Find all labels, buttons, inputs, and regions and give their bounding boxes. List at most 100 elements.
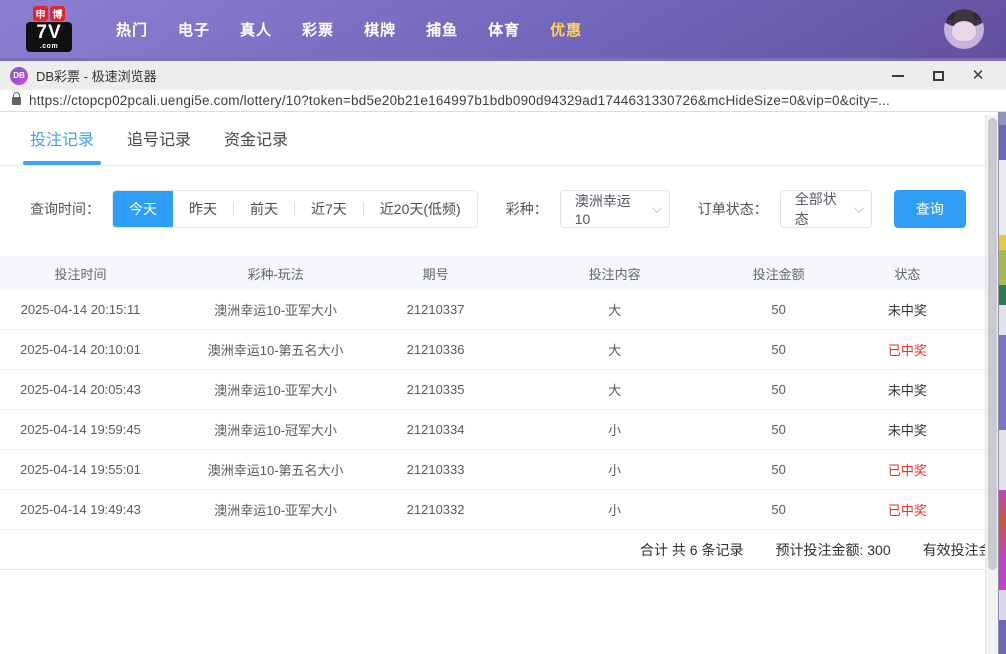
- order-status-value: 全部状态: [795, 189, 848, 229]
- status-badge: 已中奖: [809, 500, 1006, 519]
- nav-item-chess[interactable]: 棋牌: [364, 19, 396, 40]
- cell-bet-amount: 50: [748, 502, 808, 517]
- logo-com-text: .com: [26, 43, 72, 50]
- nav-item-hot[interactable]: 热门: [116, 19, 148, 40]
- table-header: 投注时间 彩种-玩法 期号 投注内容 投注金额 状态: [0, 256, 1006, 290]
- table-row: 2025-04-14 20:15:11 澳洲幸运10-亚军大小 21210337…: [0, 290, 1006, 330]
- summary-total-records: 合计 共 6 条记录: [640, 540, 743, 560]
- cell-game-play: 澳洲幸运10-亚军大小: [161, 500, 390, 519]
- minimize-button[interactable]: [878, 61, 918, 90]
- cell-bet-content: 小: [481, 420, 749, 439]
- tab-bet-records[interactable]: 投注记录: [30, 126, 94, 165]
- order-status-select[interactable]: 全部状态: [780, 190, 872, 228]
- cell-bet-content: 大: [481, 380, 749, 399]
- site-logo[interactable]: 申 博 7V .com: [24, 6, 74, 52]
- lock-icon: [12, 97, 21, 105]
- tab-bar: 投注记录 追号记录 资金记录: [0, 112, 1006, 166]
- time-filter-label: 查询时间：: [30, 199, 100, 219]
- nav-item-sports[interactable]: 体育: [488, 19, 520, 40]
- maximize-icon: [933, 71, 944, 81]
- scrollbar-thumb[interactable]: [988, 118, 997, 570]
- user-avatar[interactable]: [944, 9, 984, 49]
- cell-issue: 21210337: [390, 302, 481, 317]
- time-option-daybefore[interactable]: 前天: [234, 191, 294, 227]
- cell-bet-time: 2025-04-14 19:55:01: [0, 462, 161, 477]
- site-favicon-icon: DB: [10, 67, 28, 85]
- logo-7v-text: 7V: [26, 23, 72, 43]
- col-bet-time: 投注时间: [0, 264, 161, 283]
- cell-bet-time: 2025-04-14 20:05:43: [0, 382, 161, 397]
- time-option-today[interactable]: 今天: [113, 190, 173, 228]
- cell-bet-time: 2025-04-14 20:10:01: [0, 342, 161, 357]
- status-badge: 未中奖: [809, 420, 1006, 439]
- page-edge-strip: [998, 112, 1006, 654]
- time-option-7days[interactable]: 近7天: [295, 191, 363, 227]
- table-row: 2025-04-14 20:10:01 澳洲幸运10-第五名大小 2121033…: [0, 330, 1006, 370]
- cell-bet-content: 大: [481, 300, 749, 319]
- cell-issue: 21210332: [390, 502, 481, 517]
- chevron-down-icon: [854, 203, 864, 213]
- logo-badges: 申 博: [33, 6, 65, 21]
- cell-bet-content: 大: [481, 340, 749, 359]
- cell-issue: 21210336: [390, 342, 481, 357]
- summary-expected-amount: 预计投注金额: 300: [775, 540, 890, 560]
- cell-bet-amount: 50: [748, 342, 808, 357]
- order-status-label: 订单状态：: [698, 199, 768, 219]
- main-nav: 热门 电子 真人 彩票 棋牌 捕鱼 体育 优惠: [116, 19, 582, 40]
- maximize-button[interactable]: [918, 61, 958, 90]
- table-summary: 合计 共 6 条记录 预计投注金额: 300 有效投注金额: 300: [0, 530, 1006, 570]
- browser-titlebar: DB DB彩票 - 极速浏览器 ✕: [0, 58, 1006, 90]
- status-badge: 已中奖: [809, 340, 1006, 359]
- lottery-select[interactable]: 澳洲幸运10: [560, 190, 670, 228]
- cell-bet-time: 2025-04-14 19:49:43: [0, 502, 161, 517]
- cell-issue: 21210335: [390, 382, 481, 397]
- browser-urlbar: https://ctopcp02pcali.uengi5e.com/lotter…: [0, 90, 1006, 112]
- close-icon: ✕: [972, 68, 985, 83]
- col-issue: 期号: [390, 264, 481, 283]
- status-badge: 未中奖: [809, 380, 1006, 399]
- cell-game-play: 澳洲幸运10-第五名大小: [161, 340, 390, 359]
- cell-game-play: 澳洲幸运10-第五名大小: [161, 460, 390, 479]
- time-option-yesterday[interactable]: 昨天: [173, 191, 233, 227]
- nav-item-slots[interactable]: 电子: [178, 19, 210, 40]
- nav-item-lottery[interactable]: 彩票: [302, 19, 334, 40]
- nav-item-live[interactable]: 真人: [240, 19, 272, 40]
- avatar-bun-right: [973, 11, 982, 20]
- window-title: DB彩票 - 极速浏览器: [36, 66, 157, 85]
- search-button[interactable]: 查询: [894, 190, 966, 228]
- tab-fund-records[interactable]: 资金记录: [224, 126, 288, 165]
- cell-bet-content: 小: [481, 500, 749, 519]
- cell-bet-amount: 50: [748, 422, 808, 437]
- nav-item-promotions[interactable]: 优惠: [550, 19, 582, 40]
- cell-game-play: 澳洲幸运10-冠军大小: [161, 420, 390, 439]
- cell-bet-amount: 50: [748, 302, 808, 317]
- time-option-20days[interactable]: 近20天(低频): [364, 191, 477, 227]
- status-badge: 已中奖: [809, 460, 1006, 479]
- filter-row: 查询时间： 今天 昨天 前天 近7天 近20天(低频) 彩种： 澳洲幸运10 订…: [0, 190, 1006, 228]
- status-badge: 未中奖: [809, 300, 1006, 319]
- nav-item-fishing[interactable]: 捕鱼: [426, 19, 458, 40]
- chevron-down-icon: [652, 203, 662, 213]
- table-row: 2025-04-14 20:05:43 澳洲幸运10-亚军大小 21210335…: [0, 370, 1006, 410]
- cell-bet-content: 小: [481, 460, 749, 479]
- avatar-bun-left: [946, 11, 955, 20]
- minimize-icon: [892, 75, 904, 77]
- site-navbar: 申 博 7V .com 热门 电子 真人 彩票 棋牌 捕鱼 体育 优惠: [0, 0, 1006, 58]
- close-button[interactable]: ✕: [958, 61, 998, 90]
- time-range-group: 今天 昨天 前天 近7天 近20天(低频): [112, 190, 478, 228]
- cell-bet-time: 2025-04-14 19:59:45: [0, 422, 161, 437]
- table-row: 2025-04-14 19:55:01 澳洲幸运10-第五名大小 2121033…: [0, 450, 1006, 490]
- url-text[interactable]: https://ctopcp02pcali.uengi5e.com/lotter…: [29, 93, 890, 108]
- cell-issue: 21210334: [390, 422, 481, 437]
- logo-badge-shen: 申: [33, 6, 48, 21]
- logo-badge-bo: 博: [50, 6, 65, 21]
- vertical-scrollbar[interactable]: [985, 115, 998, 654]
- window-controls: ✕: [878, 61, 998, 90]
- cell-bet-time: 2025-04-14 20:15:11: [0, 302, 161, 317]
- col-bet-content: 投注内容: [481, 264, 749, 283]
- page-content: 投注记录 追号记录 资金记录 查询时间： 今天 昨天 前天 近7天 近20天(低…: [0, 112, 1006, 654]
- logo-box: 7V .com: [26, 22, 72, 52]
- table-row: 2025-04-14 19:59:45 澳洲幸运10-冠军大小 21210334…: [0, 410, 1006, 450]
- lottery-filter-label: 彩种：: [506, 199, 548, 219]
- tab-chase-records[interactable]: 追号记录: [127, 126, 191, 165]
